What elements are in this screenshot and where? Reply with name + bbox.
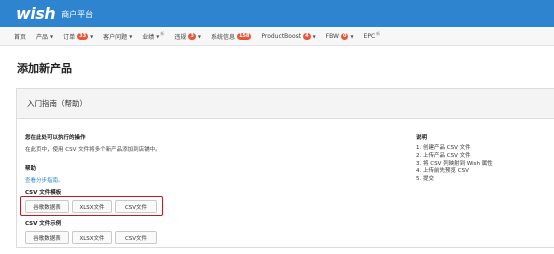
step-guide-link[interactable]: 查看分步指南。 <box>25 176 64 184</box>
nav-item-6[interactable]: 系统信息 158 <box>210 32 252 41</box>
csv-template-heading: CSV 文件模板 <box>25 190 62 196</box>
chevron-down-icon: ▼ <box>90 33 94 39</box>
explain-heading: 说明 <box>416 135 428 141</box>
new-tag: 新 <box>376 31 381 36</box>
nav-item-8[interactable]: FBW 0 ▼ <box>325 32 354 40</box>
panel-header[interactable]: 入门指南（帮助） <box>17 89 554 119</box>
top-bar: wish 商户平台 <box>0 0 554 27</box>
highlight-box <box>20 196 163 216</box>
new-tag: 新 <box>160 31 165 36</box>
help-heading: 帮助 <box>25 166 37 172</box>
count-badge: 33 <box>77 32 89 40</box>
chevron-down-icon: ▼ <box>312 33 316 39</box>
nav-item-1[interactable]: 产品 ▼ <box>36 32 53 41</box>
page-title: 添加新产品 <box>17 62 72 75</box>
nav-item-label: 订单 <box>63 33 76 41</box>
nav-item-0[interactable]: 首页 <box>14 32 26 41</box>
example-xlsx-button[interactable]: XLSX文件 <box>72 231 112 244</box>
step-item: 2. 上传产品 CSV 文件 <box>416 152 471 159</box>
chevron-down-icon: ▼ <box>156 33 160 39</box>
chevron-down-icon: ▼ <box>350 33 354 39</box>
count-badge: 3 <box>188 32 196 40</box>
example-google-sheet-button[interactable]: 谷歌数据表 <box>25 231 69 244</box>
actions-text: 在此页中，使用 CSV 文件将多个新产品添加到店铺中。 <box>25 147 161 153</box>
nav-item-3[interactable]: 客户问题 ▼ <box>103 32 132 41</box>
nav-item-2[interactable]: 订单 33 ▼ <box>63 32 93 41</box>
nav-item-label: 客户问题 <box>103 33 128 41</box>
step-item: 5. 提交 <box>416 176 434 183</box>
csv-example-heading: CSV 文件示例 <box>25 221 62 227</box>
nav-item-9[interactable]: EPC 新 <box>363 31 381 40</box>
nav-item-label: 业绩 <box>142 33 155 41</box>
nav-item-label: 产品 <box>36 33 49 41</box>
example-csv-button[interactable]: CSV文件 <box>115 231 157 244</box>
chevron-down-icon: ▼ <box>50 33 54 39</box>
actions-heading: 您在此处可以执行的操作 <box>25 135 86 141</box>
nav-item-label: 违规 <box>174 33 187 41</box>
count-badge: 0 <box>340 32 349 40</box>
nav-item-5[interactable]: 违规 3 ▼ <box>174 32 201 41</box>
merchant-platform-label: 商户平台 <box>61 10 94 19</box>
count-badge: 4 <box>303 32 311 40</box>
nav-item-4[interactable]: 业绩 ▼ 新 <box>142 31 165 41</box>
chevron-down-icon: ▼ <box>129 33 133 39</box>
wish-logo[interactable]: wish <box>16 4 56 23</box>
nav-item-7[interactable]: ProductBoost 4 ▼ <box>261 32 316 40</box>
main-nav: 首页 产品 ▼ 订单 33 ▼ 客户问题 ▼ 业绩 ▼ 新违规 3 ▼ 系统信息 158 ProductBoo… <box>0 27 554 46</box>
chevron-down-icon: ▼ <box>197 33 201 39</box>
nav-item-label: ProductBoost <box>261 32 302 40</box>
step-item: 1. 创建产品 CSV 文件 <box>416 145 471 151</box>
nav-item-label: FBW <box>325 32 339 40</box>
count-badge: 158 <box>236 32 252 40</box>
nav-item-label: 系统信息 <box>210 33 235 41</box>
steps-list: 1. 创建产品 CSV 文件 2. 上传产品 CSV 文件 3. 将 CSV 列… <box>416 145 493 184</box>
nav-item-label: EPC <box>363 32 376 40</box>
nav-item-label: 首页 <box>14 33 27 41</box>
